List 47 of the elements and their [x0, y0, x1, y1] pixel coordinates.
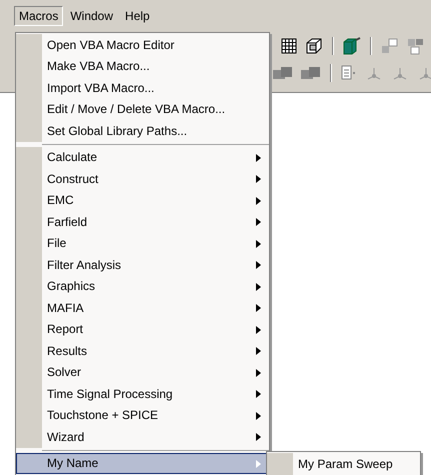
arrow-icon [256, 282, 261, 290]
menu-item[interactable]: Touchstone + SPICE [16, 404, 269, 426]
menu-item[interactable]: Import VBA Macro... [16, 77, 269, 98]
arrow-icon [256, 412, 261, 420]
menu-item[interactable]: My Name [16, 452, 269, 474]
menu-item[interactable]: File [16, 232, 269, 254]
box-icon[interactable] [342, 37, 362, 55]
grid-icon[interactable] [280, 37, 298, 55]
layout-icon[interactable] [406, 37, 426, 55]
arrow-icon [256, 304, 261, 312]
arrow-icon [256, 154, 261, 162]
menu-item[interactable]: Calculate [16, 146, 269, 168]
blocks-icon[interactable] [300, 65, 322, 81]
menu-item[interactable]: EMC [16, 190, 269, 211]
menu-item[interactable]: Report [16, 318, 269, 340]
menu-bar-item[interactable]: Help [120, 6, 155, 26]
cube-icon[interactable] [304, 37, 324, 55]
arrow-icon [256, 240, 261, 248]
menu-item[interactable]: Results [16, 340, 269, 362]
arrow-icon [256, 433, 261, 441]
menu-item[interactable]: Open VBA Macro Editor [16, 34, 269, 56]
menu-bar-item[interactable]: Window [65, 6, 118, 26]
menu-item[interactable]: MAFIA [16, 297, 269, 318]
document-icon[interactable] [340, 65, 358, 81]
blocks-icon[interactable] [272, 65, 294, 81]
layout-icon[interactable] [380, 37, 400, 55]
menu-item[interactable]: Filter Analysis [16, 254, 269, 276]
menu-item[interactable]: Graphics [16, 276, 269, 297]
menu-bar-item[interactable]: Macros [14, 6, 64, 26]
menu-item[interactable]: Set Global Library Paths... [16, 120, 269, 142]
arrow-icon [256, 196, 261, 204]
menu-item[interactable]: Edit / Move / Delete VBA Macro... [16, 98, 269, 120]
menu-item[interactable]: Wizard [16, 426, 269, 448]
menu-item[interactable]: Time Signal Processing [16, 383, 269, 404]
menu-item[interactable]: Make VBA Macro... [16, 56, 269, 77]
arrow-icon [256, 326, 261, 334]
arrow-icon [256, 368, 261, 376]
menu-item[interactable]: Solver [16, 362, 269, 383]
menu-item[interactable]: Farfield [16, 211, 269, 232]
arrow-icon [256, 261, 261, 269]
arrow-icon [256, 347, 261, 355]
menu-item[interactable]: My Param Sweep [267, 453, 420, 474]
arrow-icon [256, 390, 261, 398]
arrow-icon [256, 175, 261, 183]
arrow-icon [256, 460, 261, 468]
menu-item[interactable]: Construct [16, 168, 269, 190]
arrow-icon [256, 218, 261, 226]
